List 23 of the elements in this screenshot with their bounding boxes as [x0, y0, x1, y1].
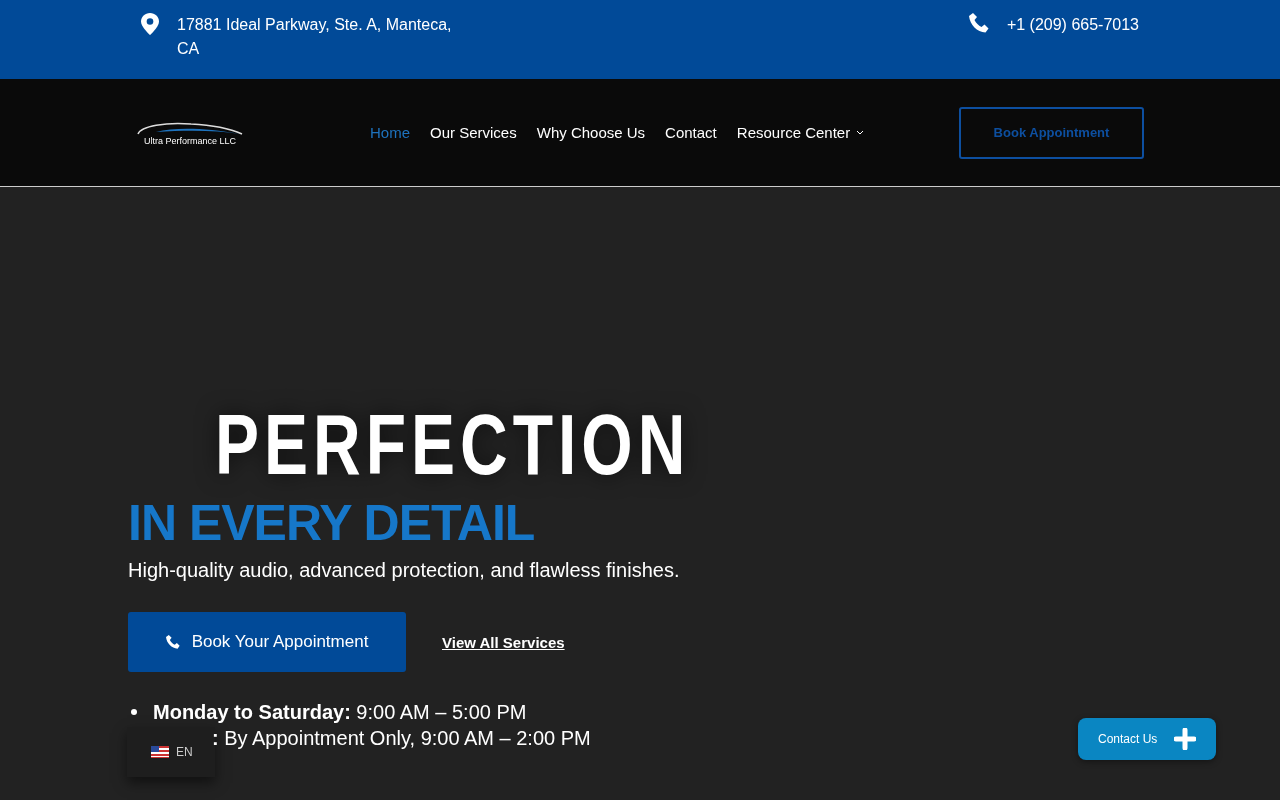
plus-icon [1174, 728, 1196, 750]
bullet-icon [131, 709, 137, 715]
nav-link[interactable]: Home [370, 124, 410, 141]
nav-link[interactable]: Our Services [430, 124, 517, 141]
address-text: 17881 Ideal Parkway, Ste. A, Manteca, CA [177, 15, 453, 59]
book-your-appointment-button[interactable]: Book Your Appointment [128, 612, 406, 672]
hero-tagline: High-quality audio, advanced protection, and flawless finishes. [128, 559, 681, 582]
nav-link[interactable]: Why Choose Us [536, 124, 646, 141]
logo[interactable]: Ultra Performance LLC [136, 119, 244, 146]
hours-text: Monday to Saturday: 9:00 AM – 5:00 PM [153, 700, 527, 724]
hours-text: : By Appointment Only, 9:00 AM – 2:00 PM [212, 726, 591, 751]
phone-icon [165, 635, 180, 649]
flag-icon [151, 746, 169, 758]
hero-subtitle: IN EVERY DETAIL [128, 494, 536, 553]
phone-number[interactable]: +1 (209) 665-7013 [1006, 13, 1139, 37]
hero-title: PERFECTION [215, 398, 691, 490]
nav-link[interactable]: Contact [665, 124, 717, 141]
phone-icon [968, 13, 989, 33]
language-switcher[interactable]: EN [127, 727, 215, 777]
location-pin-icon [141, 13, 159, 35]
nav-link[interactable]: Resource Center [736, 124, 865, 141]
view-all-services-link[interactable]: View All Services [442, 633, 565, 651]
contact-us-button[interactable]: Contact Us [1078, 718, 1216, 760]
